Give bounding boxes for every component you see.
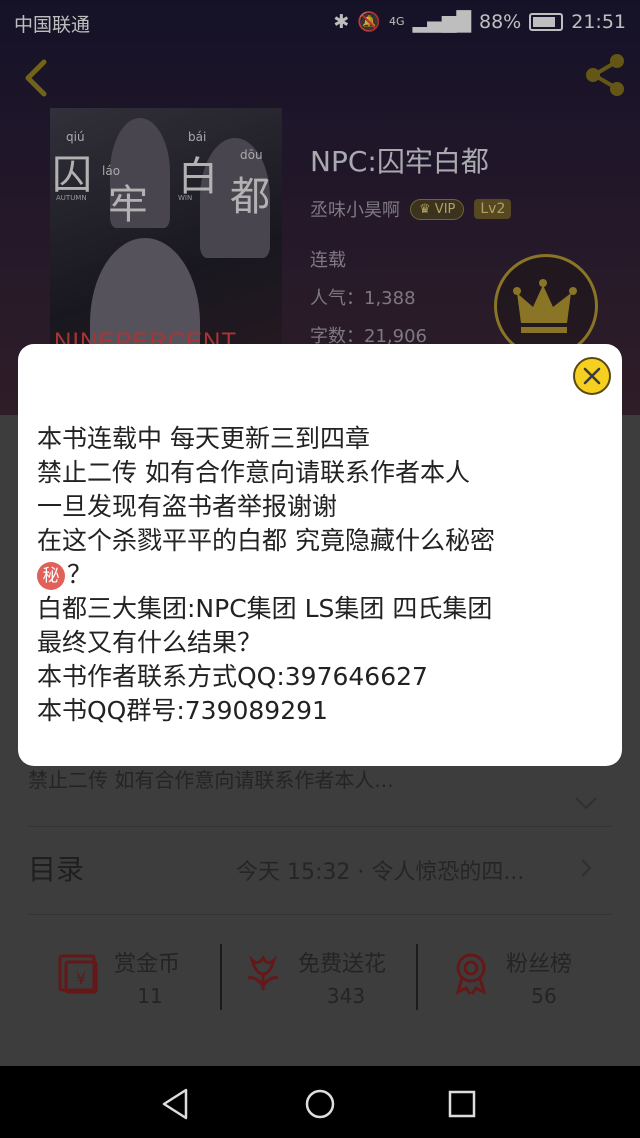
- book-notice-dialog: 本书连载中 每天更新三到四章 禁止二传 如有合作意向请联系作者本人 一旦发现有盗…: [18, 344, 622, 766]
- notice-line: 在这个杀戮平平的白都 究竟隐藏什么秘密: [37, 526, 495, 555]
- notice-line: 本书作者联系方式QQ:397646627: [37, 662, 428, 691]
- notice-line: 禁止二传 如有合作意向请联系作者本人: [37, 458, 470, 487]
- system-nav-bar: [0, 1066, 640, 1138]
- notice-line: 白都三大集团:NPC集团 LS集团 四氏集团: [37, 594, 493, 623]
- notice-text: 本书连载中 每天更新三到四章 禁止二传 如有合作意向请联系作者本人 一旦发现有盗…: [37, 422, 607, 728]
- notice-line: 一旦发现有盗书者举报谢谢: [37, 492, 338, 521]
- notice-line: 最终又有什么结果？: [37, 628, 263, 657]
- notice-line-text: ？: [67, 560, 93, 589]
- notice-line: 本书连载中 每天更新三到四章: [37, 424, 370, 453]
- notice-line: 本书QQ群号:739089291: [37, 696, 328, 725]
- home-circle-icon[interactable]: [302, 1086, 338, 1122]
- recents-square-icon[interactable]: [444, 1086, 480, 1122]
- back-triangle-icon[interactable]: [158, 1086, 194, 1122]
- secret-emoji-icon: 秘: [37, 562, 65, 590]
- notice-line: 秘？: [37, 558, 607, 592]
- close-icon[interactable]: [572, 356, 612, 396]
